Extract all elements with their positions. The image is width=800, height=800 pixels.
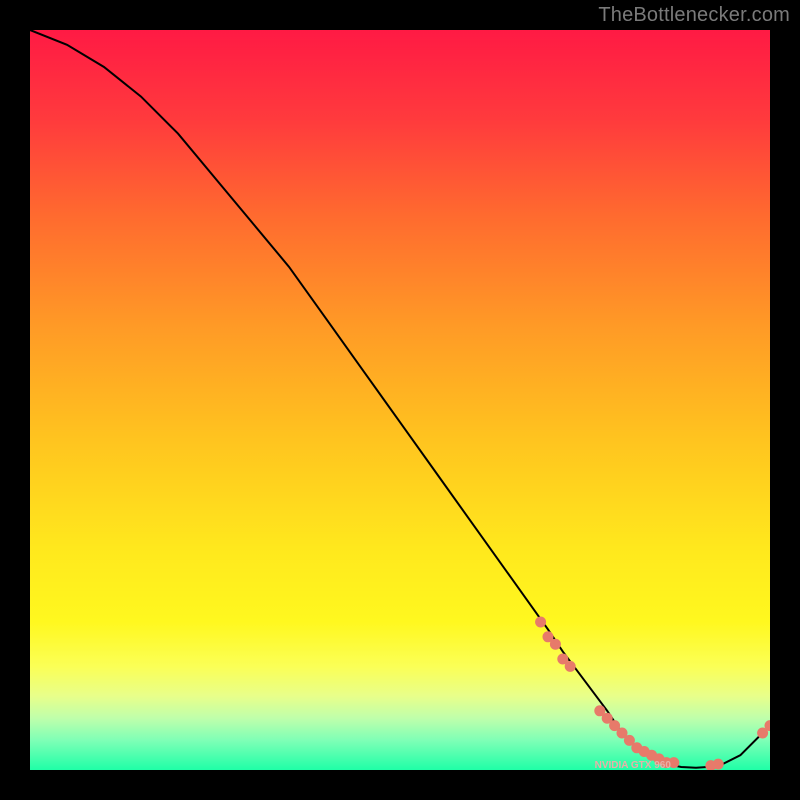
plot-area: NVIDIA GTX 960 bbox=[30, 30, 770, 770]
bottleneck-curve bbox=[30, 30, 770, 768]
watermark: TheBottlenecker.com bbox=[598, 4, 790, 27]
marker-dot bbox=[713, 759, 724, 770]
series-label: NVIDIA GTX 960 bbox=[595, 760, 671, 771]
marker-dot bbox=[565, 661, 576, 672]
marker-dot bbox=[550, 639, 561, 650]
gpu-match-markers bbox=[535, 617, 770, 771]
marker-dot bbox=[535, 617, 546, 628]
chart-stage: TheBottlenecker.com bbox=[0, 0, 800, 800]
curve-overlay bbox=[30, 30, 770, 770]
